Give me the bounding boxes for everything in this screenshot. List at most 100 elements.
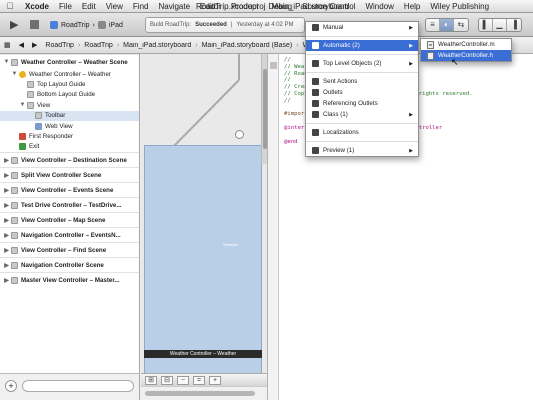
menu-view[interactable]: View — [101, 2, 128, 11]
disclosure-closed-icon[interactable]: ▶ — [3, 247, 10, 254]
back-arrow-icon[interactable]: ◀ — [15, 41, 28, 49]
disclosure-closed-icon[interactable]: ▶ — [3, 262, 10, 269]
menu-find[interactable]: Find — [128, 2, 154, 11]
menu-separator — [306, 36, 418, 37]
outline-row-label: Weather Controller – Weather — [29, 70, 111, 78]
disclosure-closed-icon[interactable]: ▶ — [3, 187, 10, 194]
disclosure-closed-icon[interactable]: ▶ — [3, 172, 10, 179]
object-icon — [11, 171, 18, 179]
scroll-thumb[interactable] — [145, 391, 255, 396]
menu-item[interactable]: Referencing Outlets — [306, 98, 418, 109]
disclosure-closed-icon[interactable]: ▶ — [3, 157, 10, 164]
menu-item-icon — [312, 60, 319, 67]
menu-window[interactable]: Window — [360, 2, 398, 11]
submenu-item[interactable]: h WeatherController.h — [421, 50, 511, 61]
zoom-out-icon[interactable]: − — [177, 375, 189, 385]
outline-row-label: Navigation Controller – EventsN... — [21, 231, 121, 239]
outline-row[interactable]: ▶ View Controller – Destination Scene — [0, 152, 139, 167]
jump-bar-item[interactable]: Main_iPad.storyboard (Base) — [198, 42, 297, 49]
menu-help[interactable]: Help — [399, 2, 425, 11]
jump-bar-item[interactable]: RoadTrip — [80, 42, 117, 49]
outline-filter-field[interactable] — [22, 380, 134, 392]
menu-item[interactable]: Localizations — [306, 127, 418, 138]
version-editor-icon[interactable]: ⇆ — [454, 19, 468, 31]
outline-row[interactable]: ▶ Navigation Controller Scene — [0, 257, 139, 272]
submenu-item[interactable]: m WeatherController.m — [421, 39, 511, 50]
menu-item[interactable]: Top Level Objects (2) ▶ — [306, 58, 418, 69]
run-button[interactable]: ▶ — [10, 18, 24, 32]
outline-row[interactable]: Top Layout Guide — [0, 79, 139, 89]
ipad-icon — [97, 21, 106, 29]
outline-row-label: View Controller – Find Scene — [21, 246, 107, 254]
view-toggle-segment[interactable]: ▌ ▁ ▐ — [478, 18, 522, 32]
gutter-marker — [270, 62, 277, 69]
menu-item[interactable]: Preview (1) ▶ — [306, 145, 418, 156]
align-icon[interactable]: ⊟ — [161, 375, 173, 385]
outline-row[interactable]: Bottom Layout Guide — [0, 90, 139, 100]
weather-view[interactable] — [144, 145, 262, 400]
jump-bar-item[interactable]: RoadTrip — [41, 42, 78, 49]
disclosure-open-icon[interactable]: ▼ — [11, 71, 18, 77]
outline-row[interactable]: ▶ Navigation Controller – EventsN... — [0, 227, 139, 242]
disclosure-closed-icon[interactable]: ▶ — [3, 277, 10, 284]
zoom-actual-icon[interactable]: = — [193, 375, 205, 385]
menu-item[interactable]: Automatic (2) ▶ — [306, 40, 418, 51]
outline-row[interactable]: Web View — [0, 121, 139, 131]
code-line: // — [284, 77, 291, 84]
outline-row-label: Top Layout Guide — [37, 81, 86, 89]
outline-row[interactable]: ▶ View Controller – Find Scene — [0, 242, 139, 257]
menu-wiley-publishing[interactable]: Wiley Publishing — [425, 2, 494, 11]
stop-button[interactable] — [30, 20, 39, 29]
apple-icon[interactable]:  — [0, 1, 20, 11]
menu-item[interactable]: Manual ▶ — [306, 22, 418, 33]
menu-xcode[interactable]: Xcode — [20, 2, 54, 11]
toolbar: ▶ RoadTrip › iPad Build RoadTrip: Succee… — [0, 13, 533, 37]
menu-edit[interactable]: Edit — [77, 2, 101, 11]
outline-row[interactable]: ▼ View — [0, 100, 139, 110]
outline-row[interactable]: ▶ Split View Controller Scene — [0, 167, 139, 182]
object-icon — [11, 201, 18, 209]
disclosure-closed-icon[interactable]: ▶ — [3, 217, 10, 224]
assistant-editor-icon[interactable]: ◐ — [440, 19, 454, 31]
disclosure-closed-icon[interactable]: ▶ — [3, 202, 10, 209]
zoom-in-icon[interactable]: + — [209, 375, 221, 385]
disclosure-closed-icon[interactable]: ▶ — [3, 232, 10, 239]
outline-row[interactable]: ▼ Weather Controller – Weather — [0, 69, 139, 79]
outline-row[interactable]: ▶ View Controller – Events Scene — [0, 182, 139, 197]
grid-icon[interactable]: ▦ — [0, 41, 15, 49]
object-icon — [19, 133, 26, 141]
menu-item[interactable]: Sent Actions — [306, 76, 418, 87]
outline-row[interactable]: ▶ Master View Controller – Master... — [0, 272, 139, 287]
editor-divider[interactable] — [267, 54, 279, 400]
outline-row[interactable]: ▶ Test Drive Controller – TestDrive... — [0, 197, 139, 212]
outline-row[interactable]: Toolbar — [0, 110, 139, 121]
menu-item[interactable]: Class (1) ▶ — [306, 109, 418, 120]
disclosure-open-icon[interactable]: ▼ — [19, 102, 26, 108]
add-icon[interactable]: + — [5, 380, 17, 392]
scheme-selector[interactable]: RoadTrip › iPad — [50, 18, 123, 32]
disclosure-open-icon[interactable]: ▼ — [3, 59, 10, 65]
status-state: Succeeded — [195, 22, 227, 28]
menu-file[interactable]: File — [54, 2, 77, 11]
menu-item[interactable]: Outlets — [306, 87, 418, 98]
navigator-toggle-icon[interactable]: ▌ — [479, 19, 493, 31]
file-icon: h — [427, 51, 434, 60]
jump-bar-item[interactable]: Main_iPad.storyboard — [119, 42, 195, 49]
canvas-horizontal-scrollbar[interactable] — [141, 386, 267, 400]
menu-navigate[interactable]: Navigate — [153, 2, 195, 11]
outline-row[interactable]: Exit — [0, 142, 139, 152]
storyboard-canvas[interactable]: Weather Weather Controller – Weather — [141, 54, 267, 400]
segue-icon[interactable] — [235, 130, 244, 139]
outline-row[interactable]: First Responder — [0, 131, 139, 141]
forward-arrow-icon[interactable]: ▶ — [28, 41, 41, 49]
submenu-arrow-icon: ▶ — [409, 111, 413, 118]
outline-row[interactable]: ▼ Weather Controller – Weather Scene — [0, 54, 139, 69]
utilities-toggle-icon[interactable]: ▐ — [507, 19, 521, 31]
layout-icon[interactable]: ⊞ — [145, 375, 157, 385]
standard-editor-icon[interactable]: ≡ — [426, 19, 440, 31]
editor-mode-segment[interactable]: ≡ ◐ ⇆ — [425, 18, 469, 32]
outline-row[interactable]: ▶ View Controller – Map Scene — [0, 212, 139, 227]
debug-toggle-icon[interactable]: ▁ — [493, 19, 507, 31]
file-icon: m — [427, 40, 434, 49]
code-line: // — [284, 97, 291, 104]
